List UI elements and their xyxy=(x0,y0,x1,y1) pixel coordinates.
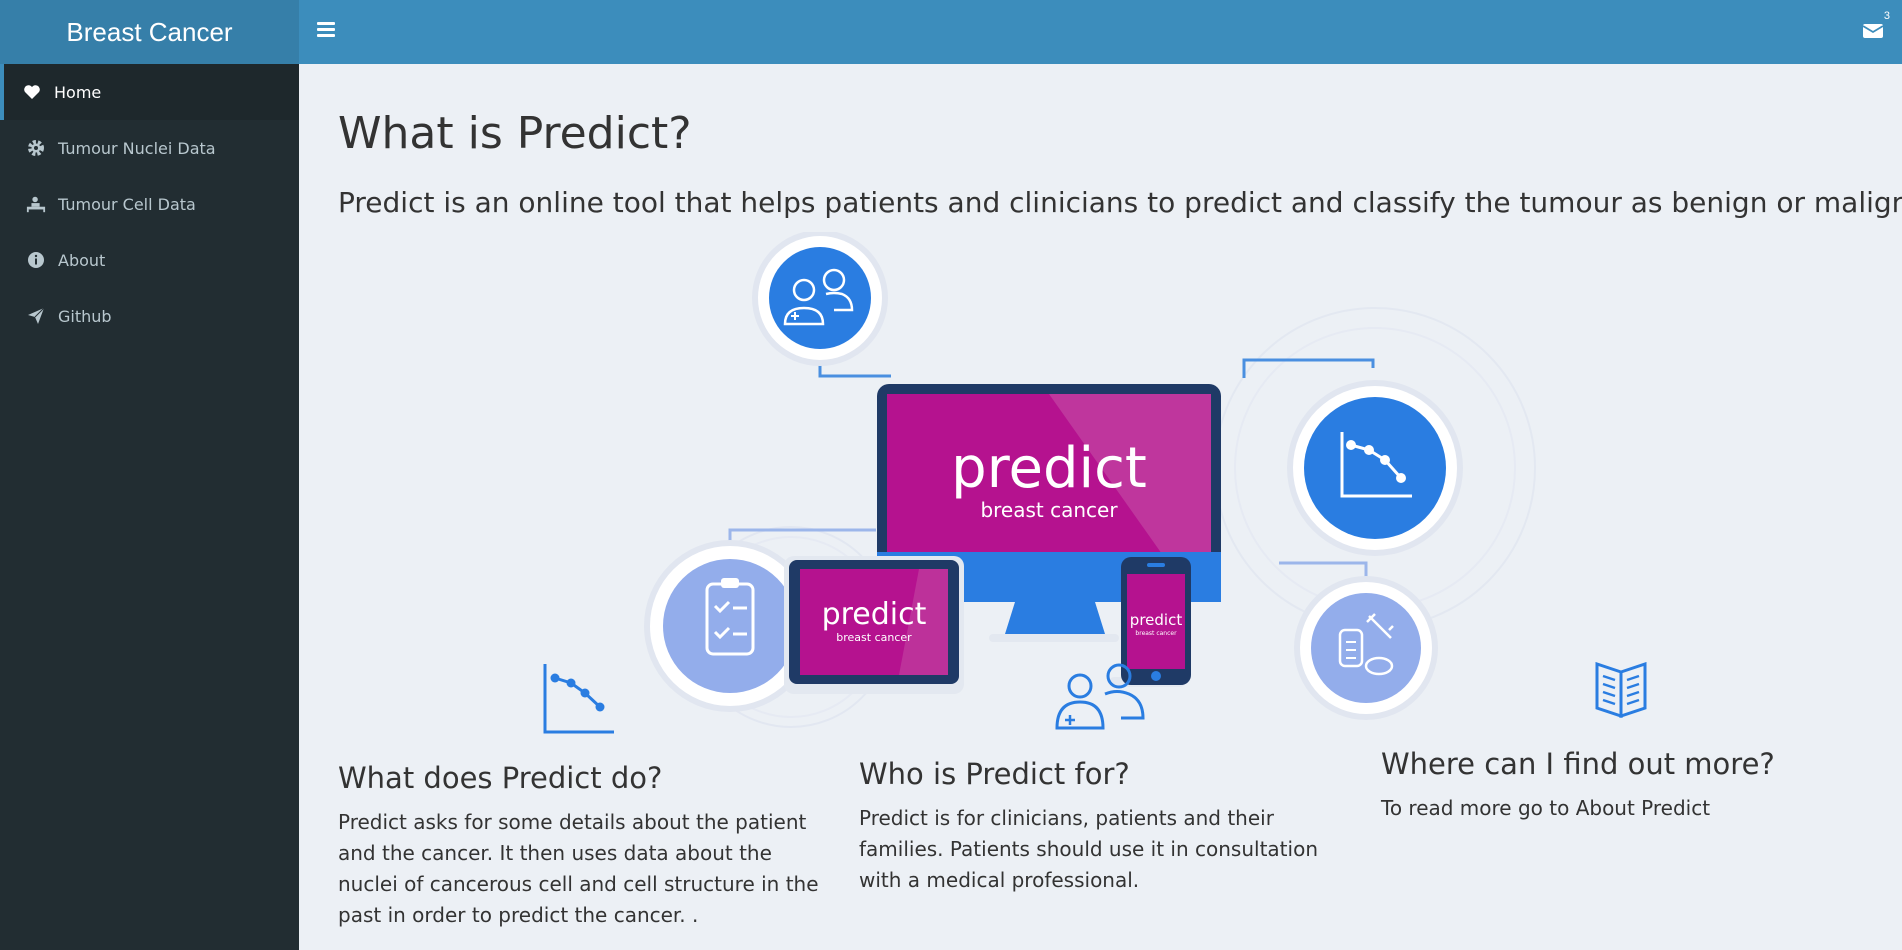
sidebar-item-tumour-cell-data[interactable]: Tumour Cell Data xyxy=(0,176,299,232)
app-logo[interactable]: Breast Cancer xyxy=(0,0,299,64)
column-text: To read more go to About Predict xyxy=(1381,796,1711,820)
info-icon xyxy=(26,250,46,270)
feature-column-who: Who is Predict for? Predict is for clini… xyxy=(859,757,1349,896)
sidebar-item-label: Github xyxy=(58,306,112,326)
patient-bed-icon xyxy=(26,194,46,214)
phone-logo-text: predict xyxy=(1130,611,1183,629)
sidebar: Home Tumour Nuclei Data Tumour Cell Data… xyxy=(0,64,299,950)
predict-devices-illustration: predict breast cancer predict breast can… xyxy=(644,232,1536,728)
line-chart-icon xyxy=(543,664,614,734)
envelope-icon[interactable] xyxy=(1862,22,1884,40)
main-content: What is Predict? Predict is an online to… xyxy=(299,64,1902,950)
monitor-logo-subtext: breast cancer xyxy=(980,498,1118,522)
page-title: What is Predict? xyxy=(338,108,692,159)
sidebar-item-label: Tumour Cell Data xyxy=(58,194,196,214)
column-text: Predict is for clinicians, patients and … xyxy=(859,806,1318,892)
column-heading: What does Predict do? xyxy=(338,761,663,795)
page-lead: Predict is an online tool that helps pat… xyxy=(338,186,1902,219)
tablet-device: predict breast cancer xyxy=(784,556,964,694)
heart-icon xyxy=(22,82,42,102)
sidebar-item-label: Home xyxy=(54,82,102,102)
sidebar-item-label: Tumour Nuclei Data xyxy=(58,138,216,158)
monitor-logo-text: predict xyxy=(951,436,1147,501)
sidebar-item-label: About xyxy=(58,250,106,270)
feature-column-where: Where can I find out more? To read more … xyxy=(1381,747,1871,824)
column-heading: Where can I find out more? xyxy=(1381,747,1775,781)
sidebar-toggle-icon[interactable] xyxy=(317,19,335,43)
chart-circle-icon xyxy=(1287,380,1463,556)
column-heading: Who is Predict for? xyxy=(859,757,1130,791)
sidebar-item-tumour-nuclei-data[interactable]: Tumour Nuclei Data xyxy=(0,120,299,176)
message-count-badge: 3 xyxy=(1883,10,1890,22)
top-navbar: 3 xyxy=(299,0,1902,64)
gear-icon xyxy=(26,138,46,158)
users-circle-icon xyxy=(752,232,888,366)
book-icon xyxy=(1595,662,1647,718)
phone-logo-subtext: breast cancer xyxy=(1135,630,1177,637)
column-text: Predict asks for some details about the … xyxy=(338,810,819,927)
paper-plane-icon xyxy=(26,306,46,326)
sidebar-item-home[interactable]: Home xyxy=(0,64,299,120)
medicine-circle-icon xyxy=(1294,576,1438,720)
tablet-logo-text: predict xyxy=(822,597,927,632)
tablet-logo-subtext: breast cancer xyxy=(836,631,912,644)
sidebar-item-github[interactable]: Github xyxy=(0,288,299,344)
sidebar-item-about[interactable]: About xyxy=(0,232,299,288)
feature-column-what: What does Predict do? Predict asks for s… xyxy=(338,761,828,931)
users-icon xyxy=(1055,663,1145,730)
